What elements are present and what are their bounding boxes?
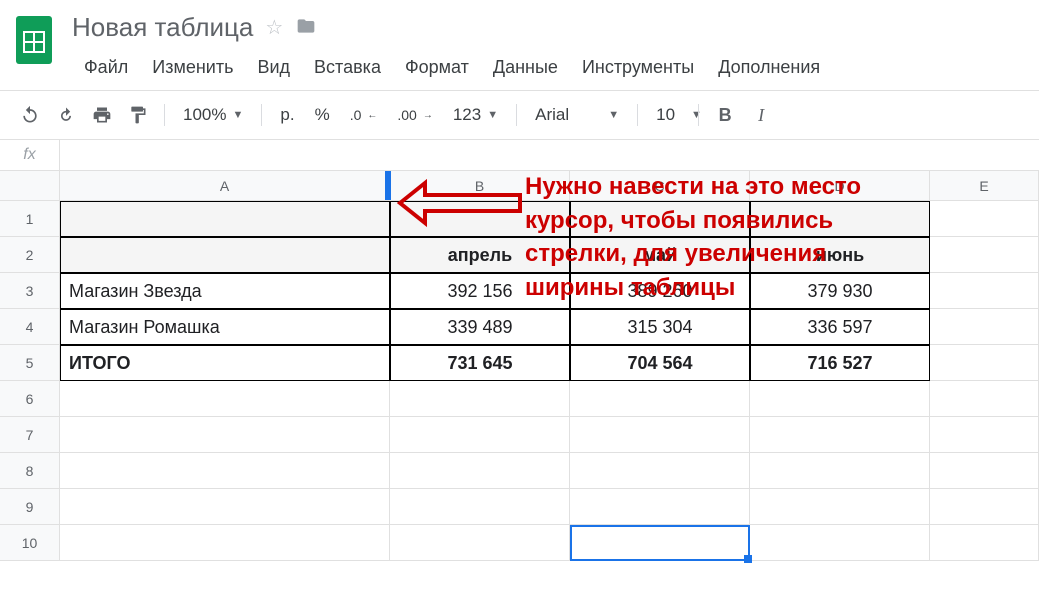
menu-view[interactable]: Вид <box>245 53 302 82</box>
cell[interactable] <box>750 417 930 453</box>
cell[interactable] <box>930 489 1039 525</box>
cell[interactable] <box>750 381 930 417</box>
cell[interactable]: 704 564 <box>570 345 750 381</box>
number-format-dropdown[interactable]: 123▼ <box>445 105 506 125</box>
cell[interactable] <box>930 237 1039 273</box>
fx-label: fx <box>0 140 60 170</box>
cell[interactable] <box>750 453 930 489</box>
menu-file[interactable]: Файл <box>72 53 140 82</box>
menu-addons[interactable]: Дополнения <box>706 53 832 82</box>
percent-button[interactable]: % <box>307 105 338 125</box>
zoom-dropdown[interactable]: 100%▼ <box>175 105 251 125</box>
row-header-6[interactable]: 6 <box>0 381 60 417</box>
cell[interactable] <box>60 489 390 525</box>
cell[interactable] <box>60 381 390 417</box>
cell[interactable] <box>570 381 750 417</box>
increase-decimals-button[interactable]: .00→ <box>389 107 440 123</box>
cell[interactable] <box>570 525 750 561</box>
cell[interactable] <box>930 309 1039 345</box>
row-header-9[interactable]: 9 <box>0 489 60 525</box>
row-header-1[interactable]: 1 <box>0 201 60 237</box>
row-header-2[interactable]: 2 <box>0 237 60 273</box>
annotation-text: Нужно навести на это место курсор, чтобы… <box>525 170 861 304</box>
cell[interactable] <box>390 489 570 525</box>
column-resize-handle[interactable] <box>385 171 391 200</box>
font-size-dropdown[interactable]: 10▼ <box>648 105 688 125</box>
folder-icon[interactable] <box>295 16 317 39</box>
cell[interactable] <box>930 453 1039 489</box>
cell[interactable] <box>930 273 1039 309</box>
cell[interactable] <box>930 417 1039 453</box>
cell[interactable] <box>390 525 570 561</box>
cell[interactable] <box>60 417 390 453</box>
cell[interactable] <box>570 453 750 489</box>
cell[interactable]: Магазин Ромашка <box>60 309 390 345</box>
font-name-dropdown[interactable]: Arial▼ <box>527 105 627 125</box>
row-header-4[interactable]: 4 <box>0 309 60 345</box>
row-header-8[interactable]: 8 <box>0 453 60 489</box>
document-title[interactable]: Новая таблица <box>72 12 253 43</box>
formula-bar: fx <box>0 139 1039 171</box>
decrease-decimals-button[interactable]: .0← <box>342 107 386 123</box>
cell[interactable]: 336 597 <box>750 309 930 345</box>
cell[interactable] <box>930 381 1039 417</box>
column-header-E[interactable]: E <box>930 171 1039 201</box>
cell[interactable]: 731 645 <box>390 345 570 381</box>
row-header-3[interactable]: 3 <box>0 273 60 309</box>
bold-button[interactable]: B <box>709 99 741 131</box>
row-header-10[interactable]: 10 <box>0 525 60 561</box>
print-button[interactable] <box>86 99 118 131</box>
cell[interactable] <box>570 417 750 453</box>
paint-format-button[interactable] <box>122 99 154 131</box>
cell[interactable]: 315 304 <box>570 309 750 345</box>
star-icon[interactable]: ☆ <box>265 15 283 40</box>
column-header-A[interactable]: A <box>60 171 390 201</box>
cell[interactable] <box>930 345 1039 381</box>
cell[interactable] <box>570 489 750 525</box>
cell[interactable] <box>930 201 1039 237</box>
row-header-5[interactable]: 5 <box>0 345 60 381</box>
cell[interactable]: ИТОГО <box>60 345 390 381</box>
menu-format[interactable]: Формат <box>393 53 481 82</box>
formula-input[interactable] <box>60 140 1039 170</box>
redo-button[interactable] <box>50 99 82 131</box>
cell[interactable]: 339 489 <box>390 309 570 345</box>
menu-data[interactable]: Данные <box>481 53 570 82</box>
cell[interactable] <box>390 453 570 489</box>
cell[interactable] <box>60 525 390 561</box>
currency-button[interactable]: р. <box>272 105 302 125</box>
cell[interactable] <box>390 381 570 417</box>
toolbar: 100%▼ р. % .0← .00→ 123▼ Arial▼ 10▼ B I <box>0 91 1039 139</box>
row-header-7[interactable]: 7 <box>0 417 60 453</box>
cell[interactable] <box>60 453 390 489</box>
menu-insert[interactable]: Вставка <box>302 53 393 82</box>
cell[interactable]: Магазин Звезда <box>60 273 390 309</box>
cell[interactable] <box>750 489 930 525</box>
cell[interactable]: 716 527 <box>750 345 930 381</box>
annotation-arrow-icon <box>395 175 525 233</box>
cell[interactable] <box>390 417 570 453</box>
cell[interactable] <box>930 525 1039 561</box>
undo-button[interactable] <box>14 99 46 131</box>
cell[interactable] <box>60 237 390 273</box>
menu-edit[interactable]: Изменить <box>140 53 245 82</box>
menu-bar: Файл Изменить Вид Вставка Формат Данные … <box>72 53 832 82</box>
cell[interactable] <box>60 201 390 237</box>
cell[interactable] <box>750 525 930 561</box>
menu-tools[interactable]: Инструменты <box>570 53 706 82</box>
select-all-corner[interactable] <box>0 171 60 201</box>
sheets-logo[interactable] <box>12 12 56 68</box>
italic-button[interactable]: I <box>745 99 777 131</box>
header: Новая таблица ☆ Файл Изменить Вид Вставк… <box>0 0 1039 82</box>
